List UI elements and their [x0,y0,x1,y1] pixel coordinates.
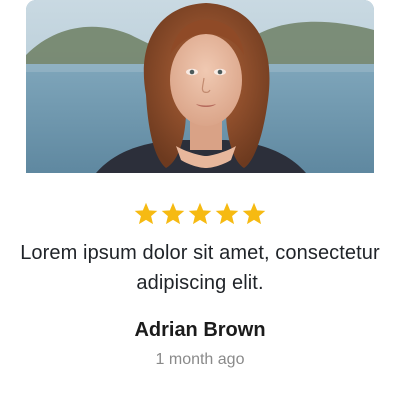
reviewer-photo [26,0,374,173]
review-card: Lorem ipsum dolor sit amet, consectetur … [0,0,400,400]
review-text: Lorem ipsum dolor sit amet, consectetur … [20,242,380,294]
star-icon [161,202,185,225]
star-icon [134,202,158,225]
star-icon [188,202,212,225]
star-icon [215,202,239,225]
person-portrait-image [26,0,374,173]
star-icon [242,202,266,225]
author-name: Adrian Brown [134,319,266,341]
review-time: 1 month ago [155,351,245,368]
star-rating [0,201,400,231]
